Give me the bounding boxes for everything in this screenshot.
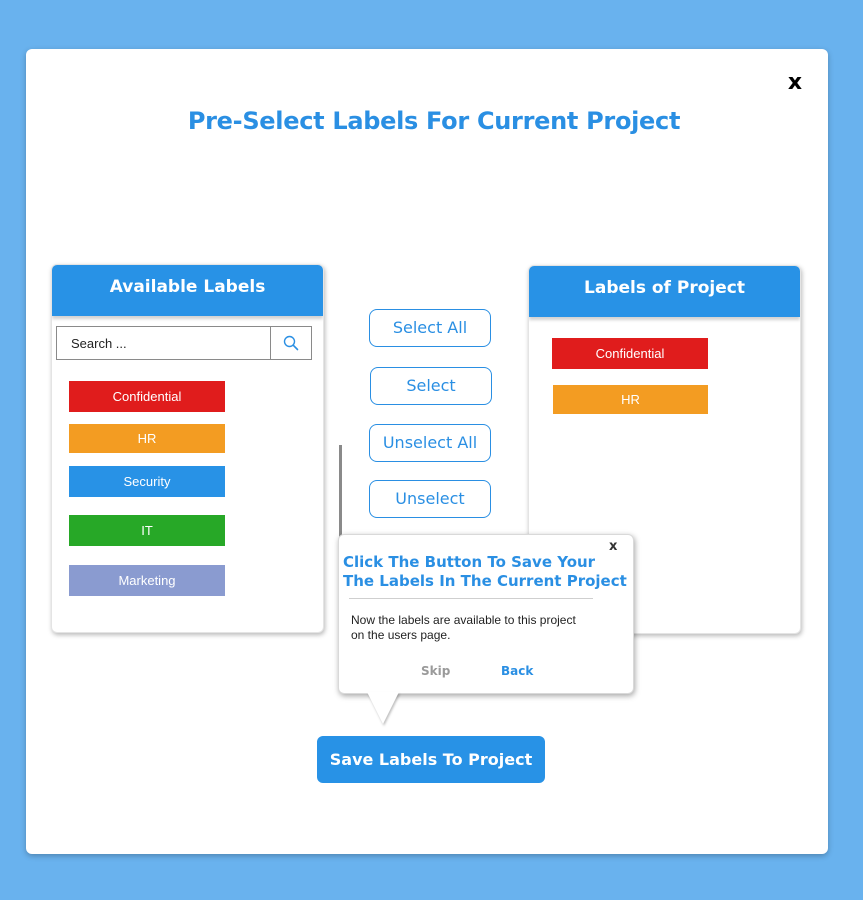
available-label-security[interactable]: Security xyxy=(69,466,225,497)
tooltip-title-line: Click The Button To Save Your xyxy=(343,553,596,571)
search-button[interactable] xyxy=(270,327,311,359)
save-labels-button[interactable]: Save Labels To Project xyxy=(317,736,545,783)
available-label-it[interactable]: IT xyxy=(69,515,225,546)
select-button[interactable]: Select xyxy=(370,367,492,405)
tooltip-title-line: The Labels In The Current Project xyxy=(343,572,627,590)
search-box xyxy=(56,326,312,360)
project-labels-header: Labels of Project xyxy=(529,266,800,317)
tooltip-body-line: Now the labels are available to this pro… xyxy=(351,613,576,627)
tooltip-pointer xyxy=(367,692,399,724)
tooltip-close-button[interactable]: x xyxy=(609,539,617,554)
tooltip-skip-link[interactable]: Skip xyxy=(421,664,450,678)
available-label-marketing[interactable]: Marketing xyxy=(69,565,225,596)
available-label-confidential[interactable]: Confidential xyxy=(69,381,225,412)
project-label-hr[interactable]: HR xyxy=(553,385,708,414)
project-label-confidential[interactable]: Confidential xyxy=(552,338,708,369)
available-labels-panel: Available Labels Confidential HR Securit… xyxy=(51,264,324,633)
unselect-button[interactable]: Unselect xyxy=(369,480,491,518)
tooltip-body-line: on the users page. xyxy=(351,628,451,642)
unselect-all-button[interactable]: Unselect All xyxy=(369,424,491,462)
available-labels-header: Available Labels xyxy=(52,265,323,316)
available-label-hr[interactable]: HR xyxy=(69,424,225,453)
close-modal-button[interactable]: x xyxy=(785,69,805,97)
tooltip-body: Now the labels are available to this pro… xyxy=(351,613,621,643)
search-input[interactable] xyxy=(57,327,270,359)
tooltip-divider xyxy=(349,598,593,599)
search-icon xyxy=(283,335,299,351)
select-all-button[interactable]: Select All xyxy=(369,309,491,347)
save-hint-tooltip: x Click The Button To Save Your The Labe… xyxy=(338,534,634,724)
page-title: Pre-Select Labels For Current Project xyxy=(187,107,681,135)
tooltip-back-link[interactable]: Back xyxy=(501,664,533,678)
preselect-labels-modal: x Pre-Select Labels For Current Project … xyxy=(26,49,828,854)
tooltip-title: Click The Button To Save Your The Labels… xyxy=(343,553,627,591)
